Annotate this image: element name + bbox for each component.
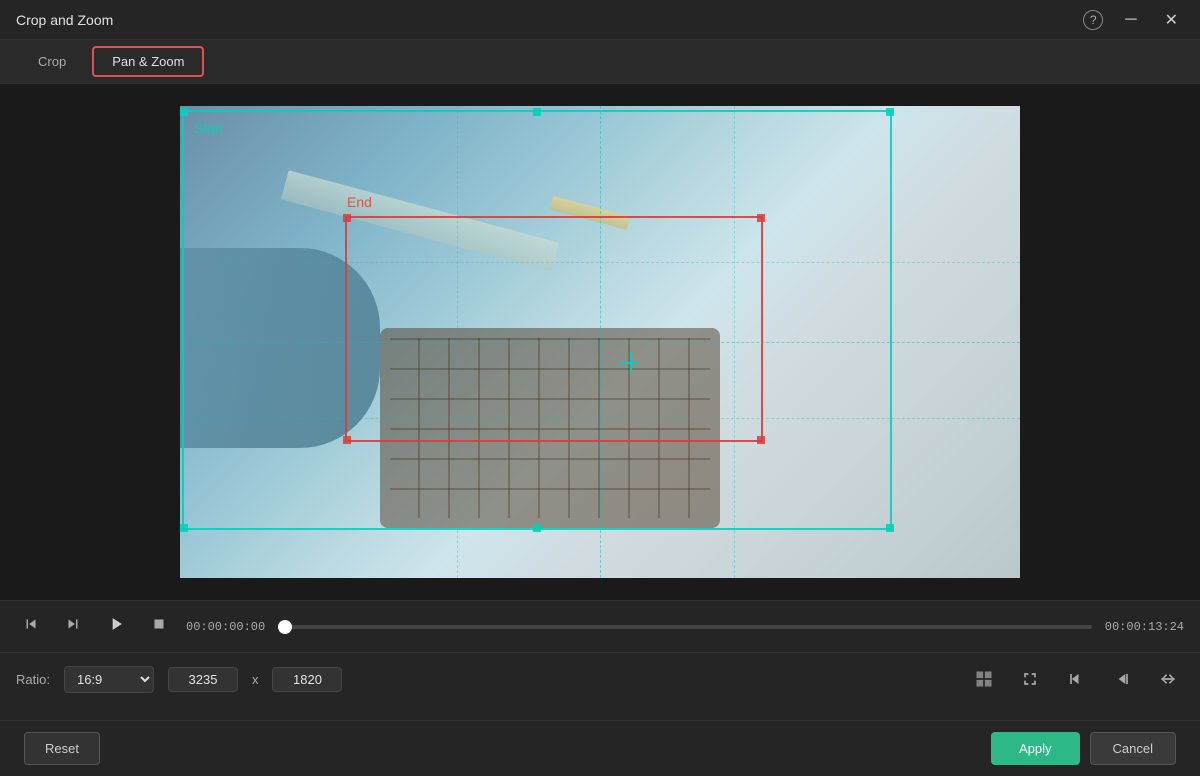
tab-crop[interactable]: Crop xyxy=(20,48,84,75)
video-container: Start End xyxy=(0,84,1200,600)
play-button[interactable] xyxy=(100,610,132,643)
minimize-button[interactable]: ─ xyxy=(1119,9,1142,31)
timeline-track[interactable] xyxy=(278,625,1092,629)
start-handle-tc[interactable] xyxy=(533,108,541,116)
ratio-label: Ratio: xyxy=(16,672,50,687)
main-area: Start End xyxy=(0,84,1200,600)
video-wrapper[interactable]: Start End xyxy=(180,106,1020,578)
to-end-button[interactable] xyxy=(1060,665,1092,693)
start-handle-bl[interactable] xyxy=(180,524,188,532)
title-bar: Crop and Zoom ? ─ ✕ xyxy=(0,0,1200,40)
cancel-button[interactable]: Cancel xyxy=(1090,732,1176,765)
crosshair-h-third xyxy=(180,262,1020,263)
crosshair-vertical xyxy=(600,106,601,578)
crosshair-v-two-thirds xyxy=(734,106,735,578)
start-handle-tr[interactable] xyxy=(886,108,894,116)
start-handle-br[interactable] xyxy=(886,524,894,532)
fit-to-grid-button[interactable] xyxy=(968,665,1000,693)
total-time: 00:00:13:24 xyxy=(1104,620,1184,634)
footer-bar: Reset Apply Cancel xyxy=(0,720,1200,776)
tab-pan-zoom[interactable]: Pan & Zoom xyxy=(92,46,204,77)
start-handle-tl[interactable] xyxy=(180,108,188,116)
video-background: Start End xyxy=(180,106,1020,578)
fullscreen-button[interactable] xyxy=(1014,665,1046,693)
height-input[interactable] xyxy=(272,667,342,692)
well-plate xyxy=(380,328,720,528)
options-bar: Ratio: 16:9 4:3 1:1 9:16 Custom x xyxy=(0,653,1200,705)
apply-button[interactable]: Apply xyxy=(991,732,1080,765)
width-input[interactable] xyxy=(168,667,238,692)
reset-button[interactable]: Reset xyxy=(24,732,100,765)
window-title: Crop and Zoom xyxy=(16,12,113,28)
footer-right: Apply Cancel xyxy=(991,732,1176,765)
timeline-thumb[interactable] xyxy=(278,620,292,634)
swap-button[interactable] xyxy=(1152,665,1184,693)
stop-button[interactable] xyxy=(144,611,174,642)
crosshair-h-two-thirds xyxy=(180,418,1020,419)
end-handle-br[interactable] xyxy=(757,436,765,444)
dimension-separator: x xyxy=(252,672,259,687)
current-time: 00:00:00:00 xyxy=(186,620,266,634)
title-bar-left: Crop and Zoom xyxy=(16,12,113,28)
close-button[interactable]: ✕ xyxy=(1159,8,1184,32)
step-back-button[interactable] xyxy=(16,611,46,642)
tab-bar: Crop Pan & Zoom xyxy=(0,40,1200,84)
start-label: Start xyxy=(194,120,224,136)
center-marker xyxy=(620,352,640,372)
play-frame-back-button[interactable] xyxy=(58,611,88,642)
to-start-button[interactable] xyxy=(1106,665,1138,693)
help-button[interactable]: ? xyxy=(1083,10,1103,30)
ratio-select[interactable]: 16:9 4:3 1:1 9:16 Custom xyxy=(64,666,154,693)
end-handle-tr[interactable] xyxy=(757,214,765,222)
bottom-area: 00:00:00:00 00:00:13:24 Ratio: 16:9 4:3 … xyxy=(0,600,1200,720)
transport-bar: 00:00:00:00 00:00:13:24 xyxy=(0,601,1200,653)
pipette-tip xyxy=(550,196,631,230)
crosshair-v-third xyxy=(457,106,458,578)
end-handle-bl[interactable] xyxy=(343,436,351,444)
title-bar-controls: ? ─ ✕ xyxy=(1083,8,1184,32)
